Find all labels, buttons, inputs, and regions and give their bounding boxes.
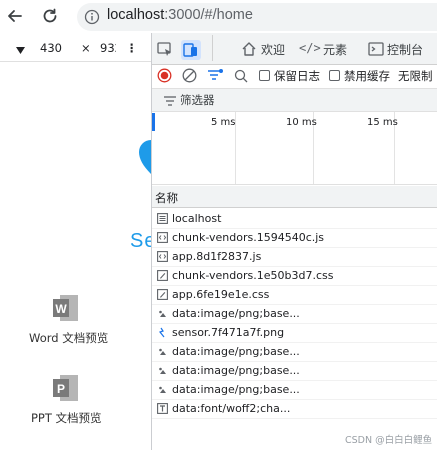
ppt-preview-label[interactable]: PPT 文档预览 [31, 410, 102, 426]
inspect-element-icon[interactable] [157, 41, 173, 60]
device-mode-icon [183, 43, 197, 57]
reload-button[interactable] [38, 4, 62, 28]
request-name[interactable]: sensor.7f471a7f.png [172, 326, 284, 339]
name-column-header[interactable]: 名称 [155, 190, 178, 206]
ppt-icon-letter: P [57, 382, 65, 396]
timeline-tick-label: 5 ms [211, 117, 236, 128]
clear-button[interactable] [182, 68, 197, 86]
filter-toggle-button[interactable] [207, 68, 223, 86]
image-icon [157, 384, 168, 395]
search-button[interactable] [234, 69, 248, 86]
font-icon [157, 403, 168, 414]
disable-cache-label[interactable]: 禁用缓存 [344, 68, 390, 84]
image-icon [157, 365, 168, 376]
reload-icon [43, 8, 57, 23]
address-path: :3000/#/home [164, 7, 253, 23]
request-name[interactable]: chunk-vendors.1e50b3d7.css [172, 269, 333, 282]
timeline-tick-label: 15 ms [367, 117, 398, 128]
preserve-log-checkbox[interactable] [259, 70, 270, 81]
device-toolbar-toggle[interactable] [181, 40, 201, 60]
script-icon [157, 232, 168, 243]
clear-icon [182, 68, 197, 83]
welcome-home-icon [241, 41, 257, 60]
device-height-field[interactable]: 932 [100, 41, 116, 55]
device-width-field[interactable]: 430 [40, 41, 62, 55]
dimension-separator: × [81, 41, 91, 55]
tab-welcome[interactable]: 欢迎 [261, 41, 285, 58]
request-name[interactable]: data:image/png;base... [172, 383, 300, 396]
more-options-icon[interactable]: ⋮ [126, 41, 138, 55]
word-icon-letter: W [55, 302, 67, 316]
timeline-marker [152, 113, 155, 131]
page-logo-partial [139, 140, 151, 174]
request-name[interactable]: chunk-vendors.1594540c.js [172, 231, 324, 244]
address-text[interactable]: localhost:3000/#/home [107, 7, 253, 23]
filter-input[interactable]: 筛选器 [180, 92, 215, 108]
back-arrow-icon [8, 10, 22, 22]
preserve-log-label[interactable]: 保留日志 [274, 68, 320, 84]
request-name[interactable]: localhost [172, 212, 221, 225]
request-name[interactable]: app.6fe19e1e.css [172, 288, 269, 301]
image-icon [157, 346, 168, 357]
dimensions-dropdown-icon[interactable] [16, 43, 25, 57]
console-icon [368, 41, 384, 60]
page-title-partial: Se [130, 230, 151, 252]
request-name[interactable]: data:image/png;base... [172, 345, 300, 358]
throttling-select[interactable]: 无限制 [398, 68, 433, 84]
stylesheet-icon [157, 289, 168, 300]
request-name[interactable]: data:font/woff2;cha... [172, 402, 290, 415]
image-icon [157, 308, 168, 319]
request-name[interactable]: data:image/png;base... [172, 307, 300, 320]
address-host: localhost [107, 7, 165, 23]
filter-lines-icon [208, 69, 223, 80]
record-button[interactable] [157, 68, 172, 86]
disable-cache-checkbox[interactable] [329, 70, 340, 81]
image-icon [157, 327, 168, 338]
filter-icon [164, 95, 176, 109]
word-preview-label[interactable]: Word 文档预览 [29, 330, 108, 346]
site-info-icon[interactable] [84, 9, 100, 25]
elements-code-icon: </> [299, 41, 321, 55]
tab-separator [212, 35, 213, 61]
tab-elements[interactable]: 元素 [323, 41, 347, 58]
requests-column-header [152, 186, 437, 208]
stylesheet-icon [157, 270, 168, 281]
back-button[interactable] [3, 4, 27, 28]
document-icon [157, 213, 168, 224]
watermark: CSDN @白白白鲤鱼 [345, 435, 433, 446]
search-icon [234, 69, 248, 83]
request-name[interactable]: app.8d1f2837.js [172, 250, 261, 263]
request-name[interactable]: data:image/png;base... [172, 364, 300, 377]
record-icon [157, 68, 172, 83]
tab-console[interactable]: 控制台 [387, 41, 423, 58]
script-icon [157, 251, 168, 262]
timeline-tick-label: 10 ms [286, 117, 317, 128]
word-doc-icon[interactable]: W [53, 294, 79, 322]
ppt-doc-icon[interactable]: P [53, 374, 79, 402]
